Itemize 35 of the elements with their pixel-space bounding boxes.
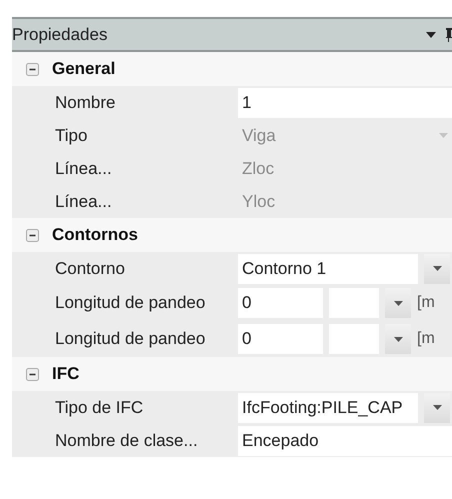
property-label: Longitud de pandeo — [54, 293, 206, 313]
property-label: Tipo de IFC — [54, 398, 144, 418]
number-field[interactable]: 0 — [238, 288, 323, 318]
unit-label: [m — [417, 294, 435, 312]
property-label: Tipo — [54, 126, 88, 146]
caret-icon — [394, 336, 402, 342]
caret-icon — [438, 133, 448, 138]
dropdown-button[interactable] — [424, 254, 450, 284]
dropdown-button[interactable] — [385, 288, 411, 318]
property-label: Nombre de clase... — [54, 430, 199, 450]
dropdown-button[interactable] — [385, 324, 411, 354]
collapse-icon[interactable] — [26, 228, 39, 242]
unit-label: [m — [417, 330, 435, 348]
caret-icon[interactable] — [426, 32, 436, 38]
section-title: IFC — [52, 364, 80, 384]
dropdown-field[interactable]: Contorno 1 — [238, 254, 418, 284]
property-label: Contorno — [54, 258, 126, 278]
collapse-icon[interactable] — [26, 368, 39, 380]
property-label: Nombre — [54, 92, 116, 112]
property-label: Línea... — [54, 158, 113, 178]
pin-icon[interactable] — [446, 28, 452, 42]
caret-icon — [432, 405, 442, 410]
collapse-icon[interactable] — [26, 62, 39, 76]
dropdown-button[interactable] — [424, 392, 450, 422]
property-label: Línea... — [54, 192, 113, 212]
text-field[interactable]: 1 — [238, 88, 452, 118]
section-title: Contornos — [52, 225, 138, 245]
text-field[interactable]: Encepado — [238, 426, 452, 456]
caret-icon — [432, 266, 442, 271]
dropdown-field[interactable]: IfcFooting:PILE_CAP — [238, 392, 418, 422]
caret-icon — [394, 300, 402, 306]
panel-title: Propiedades — [12, 24, 108, 44]
property-label: Longitud de pandeo — [54, 329, 206, 349]
number-field[interactable]: 0 — [238, 324, 323, 354]
section-title: General — [52, 59, 116, 79]
